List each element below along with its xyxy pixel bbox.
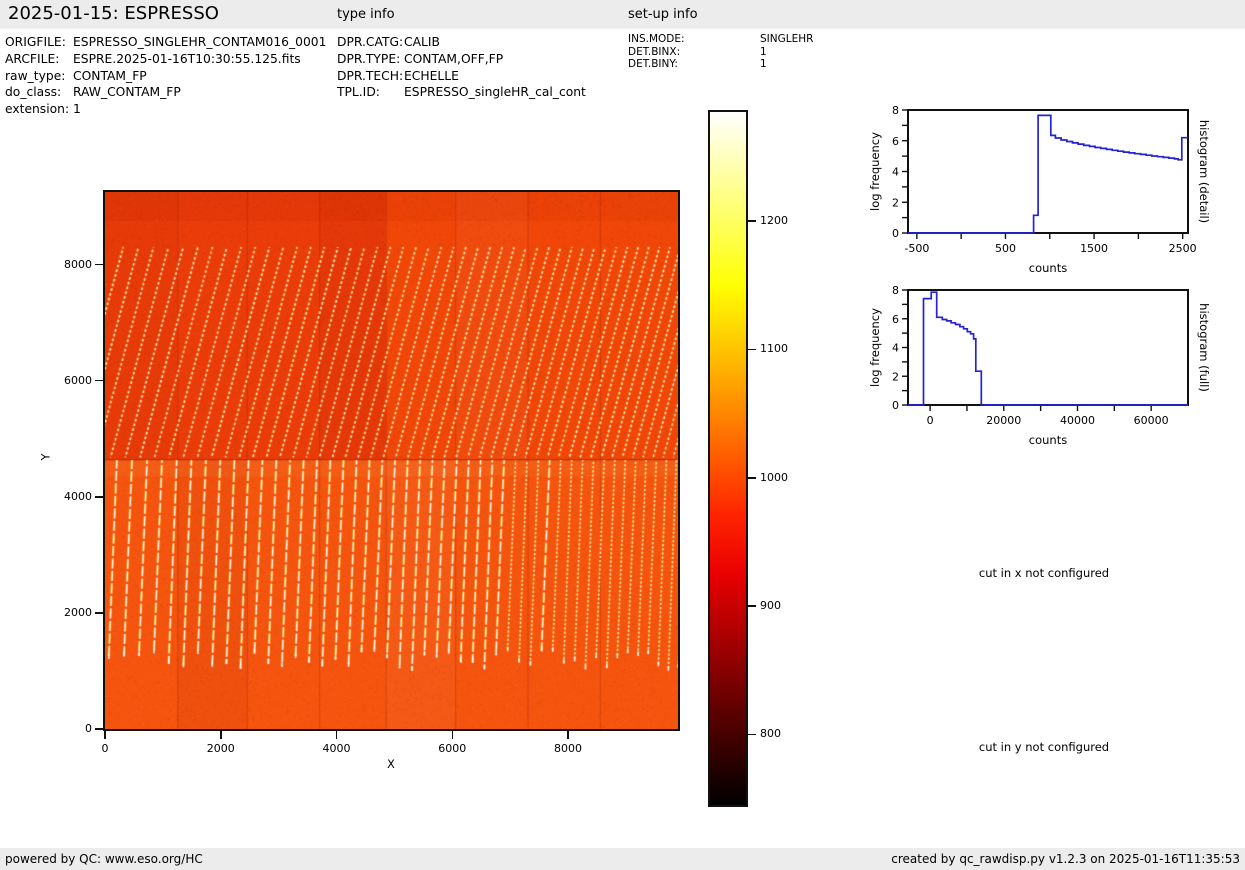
hist-x-tick-label: 0 [927, 414, 934, 427]
info-row: do_class: RAW_CONTAM_FP [5, 84, 326, 101]
hist-y-tick-label: 2 [892, 196, 899, 209]
x-tick [452, 731, 454, 739]
colorbar-tick [748, 477, 756, 479]
colorbar-tick-label: 800 [760, 727, 781, 740]
y-tick [95, 264, 103, 266]
hist-step-line [908, 115, 1188, 233]
info-row: DPR.TYPE: CONTAM,OFF,FP [337, 51, 586, 68]
y-tick [95, 496, 103, 498]
setup-info-block: INS.MODE: SINGLEHR DET.BINX: 1 DET.BINY: 1 [628, 33, 813, 71]
colorbar-tick-label: 1200 [760, 214, 788, 227]
x-axis-label: X [361, 757, 421, 771]
y-tick [95, 612, 103, 614]
x-tick [220, 731, 222, 739]
hist-x-tick-label: 2500 [1169, 242, 1197, 255]
hist-y-tick-label: 4 [892, 342, 899, 355]
colorbar-tick-label: 1100 [760, 342, 788, 355]
hist-x-tick-label: 20000 [986, 414, 1021, 427]
y-tick-label: 2000 [52, 606, 92, 619]
info-row: raw_type: CONTAM_FP [5, 68, 326, 85]
y-tick-label: 8000 [52, 258, 92, 271]
hist-y-tick-label: 6 [892, 313, 899, 326]
info-row: INS.MODE: SINGLEHR [628, 33, 813, 46]
footer-right: created by qc_rawdisp.py v1.2.3 on 2025-… [891, 852, 1240, 866]
setup-info-heading: set-up info [628, 7, 698, 22]
cut-in-x-message: cut in x not configured [894, 566, 1194, 580]
hist-x-axis-label: counts [1029, 433, 1067, 447]
info-row: ORIGFILE: ESPRESSO_SINGLEHR_CONTAM016_000… [5, 34, 326, 51]
hist-x-tick-label: 500 [995, 242, 1016, 255]
hist-y-axis-label: log frequency [868, 132, 882, 211]
x-tick-label: 6000 [422, 742, 482, 755]
file-info-block: ORIGFILE: ESPRESSO_SINGLEHR_CONTAM016_000… [5, 34, 326, 118]
info-row: DPR.CATG:CALIB [337, 34, 586, 51]
colorbar-tick [748, 220, 756, 222]
hist-right-label: histogram (full) [1197, 303, 1211, 392]
footer-bar: powered by QC: www.eso.org/HC created by… [0, 848, 1245, 870]
colorbar-tick-label: 1000 [760, 471, 788, 484]
histogram-detail-plot: -500 500 1500 250002468countslog frequency h… [860, 92, 1245, 288]
footer-left: powered by QC: www.eso.org/HC [5, 852, 203, 866]
hist-y-tick-label: 6 [892, 135, 899, 148]
hist-y-tick-label: 0 [892, 227, 899, 240]
histogram-full-plot: 0 20000 40000 60000 0 2 4 6 8 counts log frequency… [860, 272, 1245, 472]
info-row: extension: 1 [5, 101, 326, 118]
page-title: 2025-01-15: ESPRESSO [8, 3, 219, 24]
x-tick-label: 2000 [191, 742, 251, 755]
info-row: TPL.ID: ESPRESSO_singleHR_cal_cont [337, 84, 586, 101]
hist-y-tick-label: 0 [892, 399, 899, 412]
hist-x-tick-label: -500 [904, 242, 929, 255]
y-axis-label: Y [39, 453, 53, 460]
hist-y-tick-label: 8 [892, 284, 899, 297]
hist-y-tick-label: 8 [892, 104, 899, 117]
hist-y-tick-label: 4 [892, 166, 899, 179]
type-info-block: DPR.CATG:CALIB DPR.TYPE: CONTAM,OFF,FP DPR.… [337, 34, 586, 101]
colorbar-tick [748, 734, 756, 736]
y-tick [95, 380, 103, 382]
colorbar-tick [748, 605, 756, 607]
x-tick-label: 8000 [538, 742, 598, 755]
y-tick-label: 6000 [52, 374, 92, 387]
colorbar [710, 112, 746, 805]
x-tick-label: 0 [75, 742, 135, 755]
colorbar-tick-label: 900 [760, 599, 781, 612]
hist-step-line [908, 292, 1188, 405]
qc-report-page: 2025-01-15: ESPRESSO type info set-up in… [0, 0, 1245, 870]
info-row: DET.BINX: 1 [628, 46, 813, 59]
info-row: DET.BINY: 1 [628, 58, 813, 71]
colorbar-tick [748, 349, 756, 351]
info-row: ARCFILE: ESPRE.2025-01-16T10:30:55.125.fi… [5, 51, 326, 68]
x-tick [336, 731, 338, 739]
hist-x-tick-label: 60000 [1134, 414, 1169, 427]
hist-x-tick-label: 1500 [1080, 242, 1108, 255]
y-tick-label: 4000 [52, 490, 92, 503]
y-tick-label: 0 [52, 722, 92, 735]
type-info-heading: type info [337, 7, 395, 22]
x-tick [567, 731, 569, 739]
y-tick [95, 728, 103, 730]
header-bar: 2025-01-15: ESPRESSO type info set-up in… [0, 0, 1245, 29]
hist-y-axis-label: log frequency [868, 308, 882, 387]
cut-in-y-message: cut in y not configured [894, 740, 1194, 754]
hist-x-tick-label: 40000 [1060, 414, 1095, 427]
x-tick [104, 731, 106, 739]
hist-right-label: histogram (detail) [1197, 120, 1211, 223]
hist-y-tick-label: 2 [892, 370, 899, 383]
raw-detector-image [105, 192, 678, 729]
info-row: DPR.TECH:ECHELLE [337, 68, 586, 85]
x-tick-label: 4000 [307, 742, 367, 755]
